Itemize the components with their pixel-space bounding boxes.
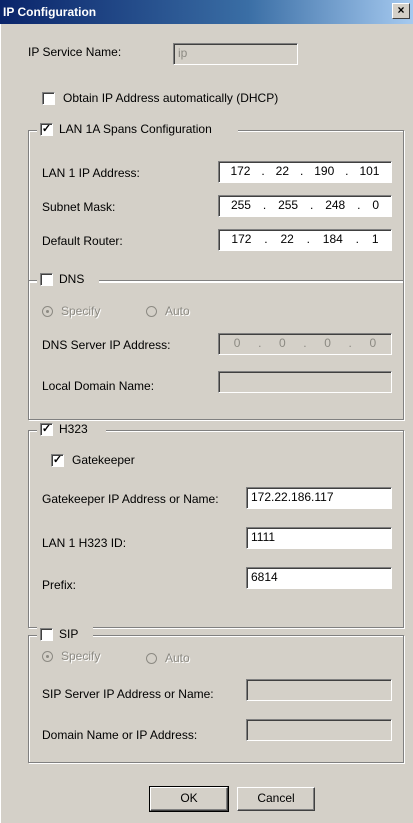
window-title: IP Configuration [3, 5, 97, 19]
subnet-mask-label: Subnet Mask: [42, 200, 116, 214]
sip-checkbox[interactable] [40, 628, 53, 641]
h323-id-field[interactable]: 1111 [246, 527, 392, 549]
default-router-field[interactable]: 172. 22. 184. 1 [218, 229, 392, 251]
dns-auto-label: Auto [165, 304, 190, 318]
local-domain-field[interactable] [218, 371, 392, 393]
gatekeeper-label: Gatekeeper [72, 453, 135, 467]
cancel-button[interactable]: Cancel [237, 787, 315, 811]
h323-legend-label: H323 [59, 422, 88, 436]
h323-id-label: LAN 1 H323 ID: [42, 536, 127, 550]
prefix-label: Prefix: [42, 578, 77, 592]
sip-domain-field[interactable] [246, 719, 392, 741]
gk-addr-field[interactable]: 172.22.186.117 [246, 487, 392, 509]
dns-specify-label: Specify [61, 304, 101, 318]
dns-specify-radio[interactable] [42, 306, 53, 317]
dns-legend: DNS [37, 272, 99, 288]
sip-auto-label: Auto [165, 651, 190, 665]
sip-server-field[interactable] [246, 679, 392, 701]
sip-domain-label: Domain Name or IP Address: [42, 728, 198, 742]
h323-checkbox[interactable]: ✓ [40, 423, 53, 436]
dns-server-field[interactable]: 0. 0. 0. 0 [218, 333, 392, 355]
sip-legend: SIP [37, 627, 93, 643]
sip-legend-label: SIP [59, 627, 79, 641]
dns-legend-label: DNS [59, 272, 85, 286]
ip-service-label: IP Service Name: [28, 45, 122, 59]
h323-legend: ✓ H323 [37, 422, 106, 438]
sip-specify-label: Specify [61, 649, 101, 663]
local-domain-label: Local Domain Name: [42, 379, 155, 393]
close-button[interactable]: × [392, 3, 410, 19]
lan-legend: ✓ LAN 1A Spans Configuration [37, 122, 238, 138]
dns-auto-radio[interactable] [146, 306, 157, 317]
sip-auto-radio[interactable] [146, 653, 157, 664]
sip-server-label: SIP Server IP Address or Name: [42, 687, 214, 701]
dialog-body: IP Service Name: ip Obtain IP Address au… [0, 24, 413, 823]
dns-server-label: DNS Server IP Address: [42, 338, 171, 352]
subnet-mask-field[interactable]: 255. 255. 248. 0 [218, 195, 392, 217]
gatekeeper-checkbox[interactable]: ✓ [51, 454, 64, 467]
ip-service-field[interactable]: ip [173, 43, 298, 65]
lan-legend-label: LAN 1A Spans Configuration [59, 122, 212, 136]
lan-ip-field[interactable]: 172. 22. 190. 101 [218, 161, 392, 183]
dhcp-checkbox[interactable] [42, 92, 55, 105]
default-router-label: Default Router: [42, 234, 123, 248]
prefix-field[interactable]: 6814 [246, 567, 392, 589]
lan-ip-label: LAN 1 IP Address: [42, 166, 140, 180]
sip-specify-radio[interactable] [42, 651, 53, 662]
close-icon: × [397, 3, 405, 17]
title-bar: IP Configuration × [0, 0, 413, 24]
gk-addr-label: Gatekeeper IP Address or Name: [42, 492, 219, 506]
dns-checkbox[interactable] [40, 273, 53, 286]
lan-checkbox[interactable]: ✓ [40, 123, 53, 136]
dhcp-label: Obtain IP Address automatically (DHCP) [63, 91, 279, 105]
ok-button[interactable]: OK [149, 786, 229, 812]
